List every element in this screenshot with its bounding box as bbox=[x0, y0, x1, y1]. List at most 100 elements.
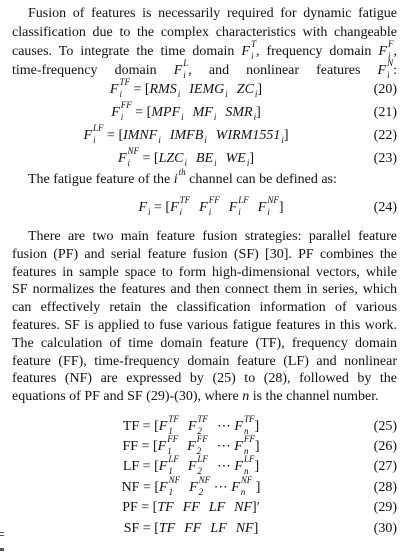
text-run: can effectively retain the classificatio… bbox=[12, 300, 397, 315]
math-symbol: ZC i bbox=[237, 80, 258, 100]
equation-number: (29) bbox=[373, 500, 397, 515]
math-subscript: i bbox=[213, 111, 217, 122]
math-scripts: LF 2 bbox=[197, 454, 208, 476]
math-scripts: Ti bbox=[251, 40, 256, 61]
math-upright: = [ bbox=[103, 128, 124, 143]
math-base: MPF bbox=[151, 105, 181, 120]
math-scripts: TF i bbox=[119, 77, 130, 99]
math-base: F bbox=[187, 459, 197, 474]
math-upright: = [ bbox=[131, 105, 152, 120]
math-symbol: F LF i bbox=[228, 195, 249, 218]
equation: F FF i = [MPF i MF i SMR i] bbox=[111, 100, 261, 123]
math-base: F bbox=[157, 439, 167, 454]
math-superscript bbox=[185, 147, 188, 156]
math-base: IEMG bbox=[189, 82, 225, 97]
math-superscript bbox=[254, 101, 257, 110]
math-base: F bbox=[228, 200, 238, 215]
text-line: feature (FF), time-frequency domain feat… bbox=[12, 353, 397, 371]
math-scripts: i bbox=[255, 81, 258, 99]
math-superscript: TF bbox=[179, 194, 191, 205]
math-subscript: i bbox=[148, 206, 151, 217]
math-base: F bbox=[170, 200, 179, 215]
math-subscript: i bbox=[281, 134, 284, 145]
math-symbol: RMS i bbox=[150, 80, 181, 100]
math-base: IMNF bbox=[123, 128, 158, 143]
math-symbol: LF bbox=[210, 519, 226, 539]
text-line: Fusion of features is necessarily requir… bbox=[12, 5, 397, 23]
equation-number: (30) bbox=[373, 521, 397, 536]
math-scripts: i bbox=[254, 104, 257, 122]
math-symbol: F LF 2 bbox=[187, 454, 208, 477]
math-scripts: Li bbox=[183, 58, 189, 80]
text-line: features (NF) are expressed by (25) to (… bbox=[12, 370, 397, 388]
equation: NF = [F NF 1 F NF 2 ⋯ F NF n ] bbox=[122, 475, 261, 498]
math-subscript: i bbox=[253, 111, 257, 122]
math-superscript: N bbox=[387, 58, 394, 68]
math-subscript: i bbox=[387, 70, 390, 80]
math-base: LZC bbox=[158, 151, 184, 166]
math-subscript: 1 bbox=[168, 486, 174, 497]
math-upright: ] bbox=[256, 105, 261, 120]
math-upright: = [ bbox=[129, 82, 150, 97]
math-subscript: i bbox=[177, 88, 181, 99]
math-subscript: i bbox=[120, 111, 124, 122]
math-base: F bbox=[109, 82, 119, 97]
math-upright: ] bbox=[254, 439, 260, 454]
math-symbol: IMNF i bbox=[123, 126, 161, 146]
math-base: RMS bbox=[149, 82, 177, 97]
math-base: F bbox=[158, 419, 168, 434]
math-subscript: i bbox=[158, 134, 161, 145]
math-base: IMFB bbox=[169, 128, 204, 143]
math-base: F bbox=[231, 480, 240, 495]
math-scripts: FF i bbox=[120, 100, 132, 122]
math-base: F bbox=[378, 44, 388, 60]
equation: LF = [F LF 1 F LF 2 ⋯ F LF n] bbox=[122, 453, 259, 477]
math-superscript: th bbox=[178, 167, 186, 177]
math-scripts: NF 2 bbox=[198, 475, 211, 497]
math-superscript: LF bbox=[243, 453, 255, 464]
math-symbol: TF bbox=[157, 498, 173, 518]
math-upright: LF = [ bbox=[122, 459, 159, 474]
math-base: LF bbox=[208, 500, 226, 515]
text-run: classification due to the complex charac… bbox=[12, 25, 397, 40]
math-symbol: F NF 2 bbox=[189, 475, 211, 498]
math-scripts: TF i bbox=[179, 194, 191, 217]
math-upright: = [ bbox=[139, 151, 159, 166]
math-superscript: FF bbox=[196, 433, 208, 444]
math-scripts: Ni bbox=[387, 58, 394, 80]
math-symbol: F FF i bbox=[111, 100, 132, 123]
math-base: F bbox=[234, 459, 243, 474]
math-upright: SF = [ bbox=[123, 521, 159, 536]
text-run: fusion (PF) and serial feature fusion (S… bbox=[12, 247, 397, 262]
equation: F LF i = [IMNF i IMFB i WIRM1551 i] bbox=[83, 123, 288, 146]
math-subscript: 2 bbox=[198, 486, 204, 497]
equation: F NF i = [LZC i BE i WE i] bbox=[118, 146, 254, 169]
math-scripts: i bbox=[185, 150, 188, 168]
math-superscript: TF bbox=[168, 413, 179, 424]
math-symbol: F LF 1 bbox=[159, 453, 179, 477]
math-base: F bbox=[234, 419, 243, 434]
equation: TF = [F TF 1 F TF 2 ⋯ F TF n] bbox=[123, 413, 259, 437]
math-superscript bbox=[181, 101, 184, 110]
equation: SF = [TF FF LF NF] bbox=[124, 519, 259, 539]
math-superscript: L bbox=[183, 58, 189, 68]
math-scripts: NF i bbox=[267, 195, 279, 217]
math-symbol: F i bbox=[138, 198, 150, 218]
math-upright: ⋯ bbox=[210, 480, 232, 495]
text-run: The fatigue feature of the bbox=[28, 172, 174, 188]
math-symbol: n bbox=[242, 388, 249, 406]
math-base: NF bbox=[235, 521, 254, 536]
text-run: features. SF is applied to fuse various … bbox=[12, 318, 397, 333]
math-superscript: LF bbox=[168, 453, 179, 464]
math-superscript bbox=[204, 124, 207, 133]
math-subscript: i bbox=[208, 206, 212, 217]
math-upright: ]′ bbox=[252, 500, 260, 515]
text-run: , frequency domain bbox=[255, 44, 379, 60]
equation-number: (25) bbox=[373, 419, 397, 434]
math-scripts: NF i bbox=[128, 146, 140, 168]
text-run: The calculation of time domain feature (… bbox=[12, 336, 397, 351]
math-upright: ⋯ bbox=[216, 439, 235, 454]
equation: F TF i = [RMS i IEMG i ZC i] bbox=[109, 77, 262, 100]
text-line: The calculation of time domain feature (… bbox=[12, 335, 397, 353]
math-superscript bbox=[148, 196, 151, 205]
